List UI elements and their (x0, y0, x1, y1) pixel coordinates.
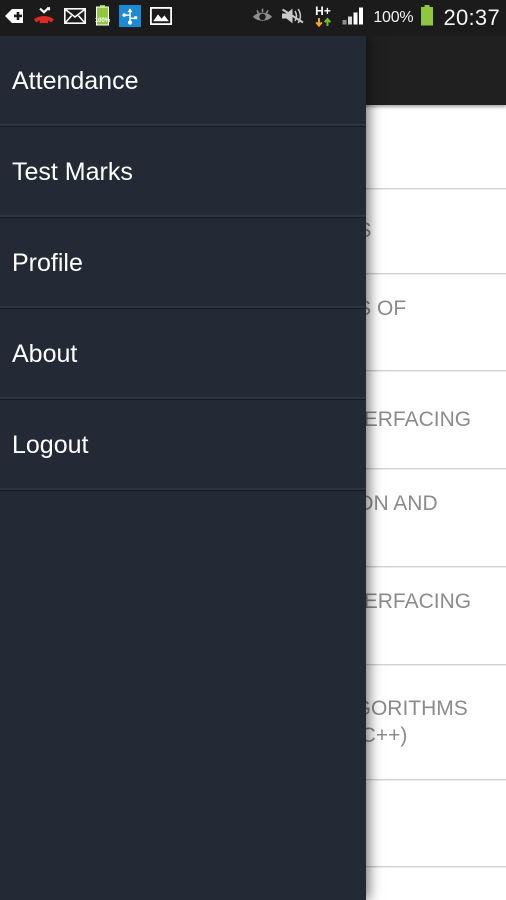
sidebar-item-label: Attendance (12, 66, 139, 95)
sidebar-item-label: Test Marks (12, 157, 133, 186)
phone-screen: 100% H+ 100% 20:37 OF INTERFACING AND IN… (0, 0, 506, 900)
add-call-icon (4, 7, 24, 30)
missed-call-icon (33, 6, 55, 30)
status-bar-clock: 20:37 (443, 5, 500, 30)
sidebar-item-profile[interactable]: Profile (0, 218, 366, 309)
battery-charging-100-icon: 100% (95, 5, 111, 31)
smart-stay-eye-icon (251, 7, 274, 29)
screenshot-image-icon (149, 6, 173, 30)
sidebar-item-attendance[interactable]: Attendance (0, 36, 366, 127)
svg-text:H+: H+ (315, 4, 331, 18)
sidebar-item-about[interactable]: About (0, 309, 366, 400)
status-bar-right-icons: H+ 100% 20:37 (251, 4, 500, 33)
sidebar-item-logout[interactable]: Logout (0, 400, 366, 491)
usb-icon (119, 4, 141, 32)
battery-percent-label: 100% (373, 9, 414, 26)
email-icon (64, 7, 86, 29)
signal-bars-icon (342, 6, 366, 30)
hplus-data-icon: H+ (313, 4, 335, 33)
navigation-drawer[interactable]: Attendance Test Marks Profile About Logo… (0, 36, 366, 900)
battery-full-icon (420, 5, 434, 31)
sidebar-item-label: About (12, 339, 78, 368)
sidebar-item-label: Logout (12, 430, 89, 459)
status-bar: 100% H+ 100% 20:37 (0, 0, 506, 36)
mute-vibrate-off-icon (281, 7, 306, 30)
sidebar-item-test-marks[interactable]: Test Marks (0, 127, 366, 218)
status-bar-left-icons: 100% (4, 4, 173, 32)
svg-text:100%: 100% (95, 18, 110, 24)
sidebar-item-label: Profile (12, 248, 83, 277)
